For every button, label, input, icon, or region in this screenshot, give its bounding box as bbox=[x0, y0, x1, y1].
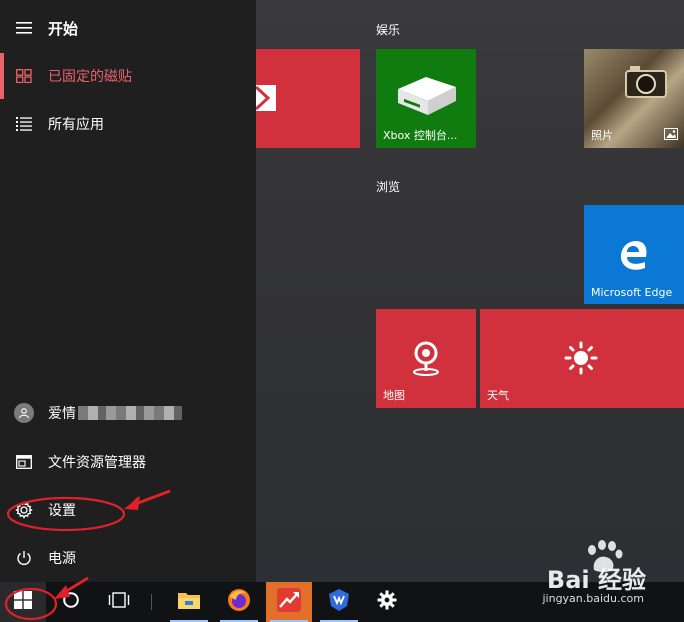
task-view-icon bbox=[108, 592, 130, 612]
menu-item-user-account[interactable]: 爱情 bbox=[0, 390, 256, 436]
photos-tile-label: 照片 bbox=[591, 129, 613, 142]
selection-accent bbox=[0, 53, 4, 99]
cortana-circle-icon bbox=[62, 591, 80, 613]
all-apps-list-icon bbox=[0, 101, 48, 147]
task-view-button[interactable] bbox=[96, 582, 142, 622]
tile-microsoft-edge[interactable]: Microsoft Edge bbox=[584, 205, 684, 304]
map-pin-icon bbox=[412, 341, 440, 381]
tile-maps[interactable]: 地图 bbox=[376, 309, 476, 408]
file-explorer-icon bbox=[0, 439, 48, 485]
user-name-label: 爱情 bbox=[48, 406, 76, 422]
taskbar-file-explorer[interactable] bbox=[166, 582, 212, 622]
pinned-tiles-label: 已固定的磁贴 bbox=[48, 69, 132, 85]
power-label: 电源 bbox=[48, 551, 76, 567]
watermark-url: jingyan.baidu.com bbox=[542, 592, 644, 605]
settings-gear-icon bbox=[0, 487, 48, 533]
taskbar-shield-app[interactable] bbox=[316, 582, 362, 622]
baidu-jingyan-watermark: Bai 经验 jingyan.baidu.com bbox=[522, 540, 684, 610]
user-avatar-icon bbox=[14, 403, 34, 423]
hamburger-icon[interactable] bbox=[0, 5, 48, 51]
group-label-browse: 浏览 bbox=[376, 180, 401, 194]
maps-tile-label: 地图 bbox=[383, 389, 405, 402]
start-menu-pane: 开始 已固定的磁贴 所有应用 爱情 文件资源管理器 设置 电源 bbox=[0, 0, 256, 582]
edge-icon bbox=[618, 239, 650, 275]
menu-item-power[interactable]: 电源 bbox=[0, 535, 256, 581]
camera-icon bbox=[624, 63, 670, 107]
watermark-brand: Bai 经验 bbox=[546, 566, 646, 594]
firefox-icon bbox=[227, 588, 251, 616]
start-header[interactable]: 开始 bbox=[0, 5, 256, 51]
group-label-entertainment: 娱乐 bbox=[376, 23, 401, 37]
mail-icon bbox=[256, 85, 276, 115]
xbox-tile-label: Xbox 控制台... bbox=[383, 129, 458, 142]
shield-icon bbox=[327, 588, 351, 616]
tile-weather[interactable]: 天气 bbox=[480, 309, 684, 408]
tile-xbox-console[interactable]: Xbox 控制台... bbox=[376, 49, 476, 148]
menu-item-all-apps[interactable]: 所有应用 bbox=[0, 101, 256, 147]
taskbar-settings[interactable] bbox=[364, 582, 410, 622]
redacted-username-blur bbox=[78, 406, 182, 420]
start-header-label: 开始 bbox=[48, 19, 79, 38]
windows-logo-icon bbox=[14, 591, 32, 613]
cortana-search-button[interactable] bbox=[48, 582, 94, 622]
xbox-console-icon bbox=[396, 73, 458, 123]
all-apps-label: 所有应用 bbox=[48, 117, 104, 133]
taskbar-firefox[interactable] bbox=[216, 582, 262, 622]
photos-icon bbox=[664, 125, 678, 144]
menu-item-file-explorer[interactable]: 文件资源管理器 bbox=[0, 439, 256, 485]
edge-tile-label: Microsoft Edge bbox=[591, 286, 673, 299]
sun-icon bbox=[564, 341, 598, 379]
tile-photos[interactable]: 照片 bbox=[584, 49, 684, 148]
menu-item-settings[interactable]: 设置 bbox=[0, 487, 256, 533]
taskbar-red-arrow-app[interactable] bbox=[266, 582, 312, 622]
settings-label: 设置 bbox=[48, 503, 76, 519]
gear-icon bbox=[377, 590, 397, 614]
start-button[interactable] bbox=[0, 582, 46, 622]
power-icon bbox=[0, 535, 48, 581]
tile-mail[interactable] bbox=[256, 49, 360, 148]
file-explorer-label: 文件资源管理器 bbox=[48, 455, 146, 471]
red-arrow-app-icon bbox=[276, 587, 302, 617]
pinned-tiles-icon bbox=[0, 53, 48, 99]
folder-icon bbox=[177, 590, 201, 614]
menu-item-pinned-tiles[interactable]: 已固定的磁贴 bbox=[0, 53, 256, 99]
weather-tile-label: 天气 bbox=[487, 389, 509, 402]
taskbar-divider bbox=[151, 594, 152, 610]
